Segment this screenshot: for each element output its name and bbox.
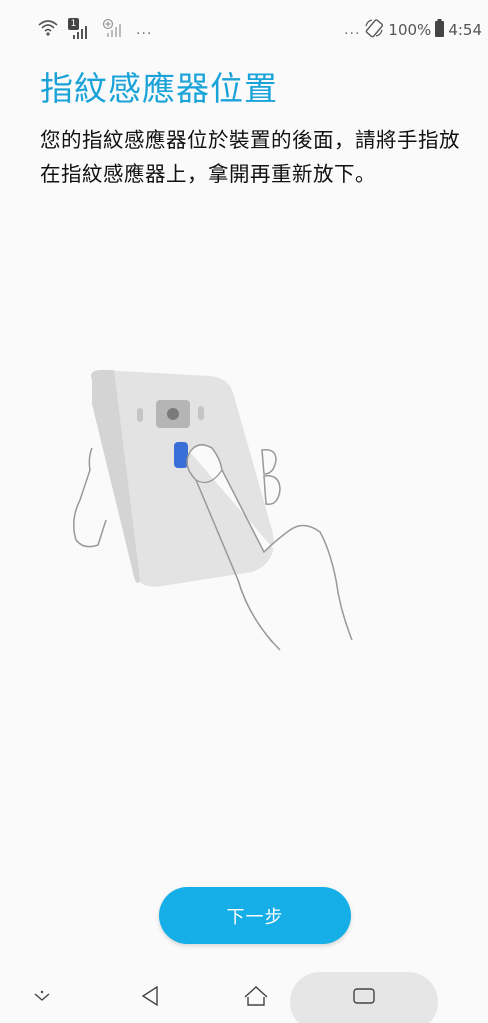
notification-pull-button[interactable] — [26, 972, 58, 1023]
home-button[interactable] — [236, 972, 276, 1023]
status-right-more: ... — [344, 22, 361, 38]
navigation-bar — [0, 972, 488, 1023]
status-bar: 1 ... ... 100% 4:54 — [0, 0, 488, 50]
home-icon — [243, 985, 269, 1011]
wifi-icon — [38, 19, 58, 41]
battery-icon — [435, 19, 445, 41]
fingerprint-setup-screen: 1 ... ... 100% 4:54 指紋感應器位置 您的指紋感應器位於裝置的… — [0, 0, 488, 1023]
battery-percent: 100% — [388, 21, 432, 39]
fingerprint-location-illustration — [40, 340, 370, 670]
back-button[interactable] — [132, 972, 168, 1023]
notification-pull-icon — [33, 988, 51, 1007]
recents-icon — [352, 987, 376, 1009]
recents-button[interactable] — [344, 972, 384, 1023]
status-left-more: ... — [136, 22, 153, 38]
clock: 4:54 — [448, 21, 482, 39]
status-right: ... 100% 4:54 — [344, 18, 482, 42]
auto-rotate-icon — [364, 18, 384, 42]
status-left: 1 ... — [38, 18, 152, 42]
page-description: 您的指紋感應器位於裝置的後面，請將手指放在指紋感應器上，拿開再重新放下。 — [40, 128, 460, 186]
sim2-signal-icon — [102, 18, 126, 42]
page-title: 指紋感應器位置 — [40, 69, 278, 108]
sim1-signal-icon: 1 — [68, 18, 92, 40]
back-icon — [141, 985, 159, 1011]
next-button[interactable]: 下一步 — [159, 887, 351, 944]
